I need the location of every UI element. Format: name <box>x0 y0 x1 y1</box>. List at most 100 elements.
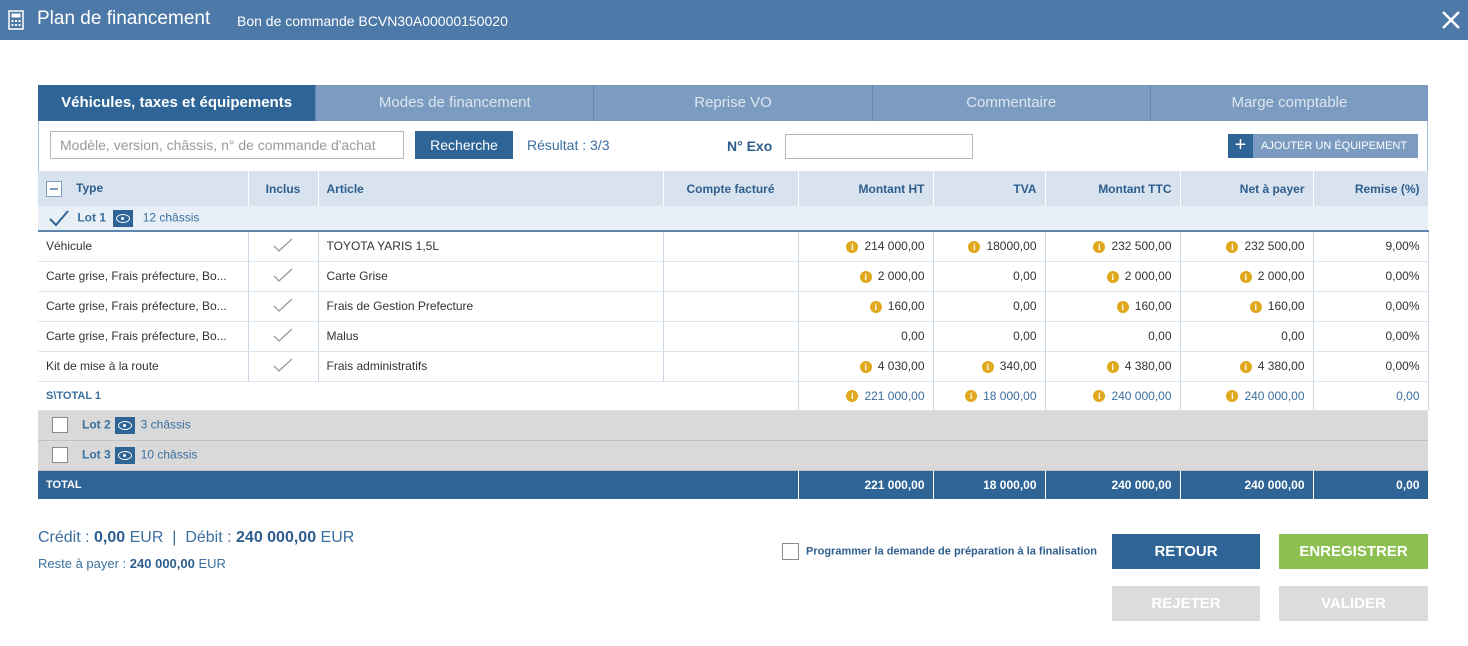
info-icon[interactable]: i <box>846 241 859 254</box>
info-icon[interactable]: i <box>1249 300 1262 313</box>
cell-inclus <box>248 261 319 292</box>
eye-icon[interactable] <box>114 416 135 434</box>
cell-ttc-value: 232 500,00 <box>1111 239 1172 254</box>
credit-label: Crédit : <box>38 529 95 546</box>
debit-label: Débit : <box>185 529 237 546</box>
cell-ttc-value: 4 380,00 <box>1124 359 1172 373</box>
back-button[interactable]: RETOUR <box>1112 534 1260 569</box>
cell-tva: i 18000,00 <box>933 231 1046 262</box>
info-icon[interactable]: i <box>1226 390 1239 403</box>
info-icon[interactable]: i <box>1116 300 1129 313</box>
lot-checkbox[interactable] <box>52 417 68 433</box>
included-check-icon <box>273 298 293 312</box>
cell-type: Kit de mise à la route <box>38 351 249 382</box>
info-icon[interactable]: i <box>1239 360 1252 373</box>
total-ht: 221 000,00 <box>798 470 934 499</box>
search-button[interactable]: Recherche <box>415 131 513 159</box>
lot-row-3[interactable]: Lot 3 10 châssis <box>38 440 1428 471</box>
lot-row-2[interactable]: Lot 2 3 châssis <box>38 410 1428 441</box>
col-montant-ht: Montant HT <box>798 171 934 206</box>
financing-table: Type Inclus Article Compte facturé Monta… <box>38 171 1429 499</box>
select-all-checkbox[interactable] <box>46 180 62 197</box>
cell-article: Frais de Gestion Prefecture <box>318 291 664 322</box>
info-icon[interactable]: i <box>859 360 872 373</box>
table-row[interactable]: Véhicule TOYOTA YARIS 1,5L i 214 000,00 i… <box>38 231 1429 262</box>
total-ttc: 240 000,00 <box>1045 470 1181 499</box>
reste-currency: EUR <box>198 556 226 571</box>
cell-remise[interactable]: 9,00% <box>1313 231 1429 262</box>
exo-label: N° Exo <box>727 138 773 154</box>
search-input[interactable] <box>50 131 404 159</box>
table-row[interactable]: Carte grise, Frais préfecture, Bo... Car… <box>38 261 1429 292</box>
validate-button[interactable]: VALIDER <box>1279 586 1428 621</box>
col-type-label: Type <box>76 180 104 195</box>
cell-remise[interactable]: 0,00% <box>1313 351 1429 382</box>
info-icon[interactable]: i <box>846 390 859 403</box>
toolbar: Recherche Résultat : 3/3 N° Exo + AJOUTE… <box>38 121 1428 171</box>
cell-ttc: i 2 000,00 <box>1045 261 1181 292</box>
tab-vehicules[interactable]: Véhicules, taxes et équipements <box>38 85 316 121</box>
info-icon[interactable]: i <box>965 390 978 403</box>
tab-commentaire[interactable]: Commentaire <box>871 85 1150 121</box>
schedule-preparation-checkbox[interactable] <box>782 543 799 560</box>
info-icon[interactable]: i <box>968 241 981 254</box>
lot-chassis: 12 châssis <box>142 210 200 225</box>
credit-currency: EUR <box>129 529 164 546</box>
check-icon[interactable] <box>48 210 70 227</box>
cell-type: Carte grise, Frais préfecture, Bo... <box>38 261 249 292</box>
add-equipment-button[interactable]: + AJOUTER UN ÉQUIPEMENT <box>1228 134 1418 158</box>
info-icon[interactable]: i <box>1093 390 1106 403</box>
cell-remise[interactable]: 0,00% <box>1313 291 1429 322</box>
save-button[interactable]: ENREGISTRER <box>1279 534 1428 569</box>
total-remise: 0,00 <box>1313 470 1429 499</box>
lot-label: Lot 2 <box>82 417 111 432</box>
cell-remise[interactable]: 0,00% <box>1313 321 1429 352</box>
info-icon[interactable]: i <box>1093 241 1106 254</box>
cell-remise[interactable]: 0,00% <box>1313 261 1429 292</box>
info-icon[interactable]: i <box>859 270 872 283</box>
result-count: Résultat : 3/3 <box>527 137 610 153</box>
col-inclus: Inclus <box>248 171 319 206</box>
table-row[interactable]: Kit de mise à la route Frais administrat… <box>38 351 1429 382</box>
info-icon[interactable]: i <box>981 360 994 373</box>
cell-ttc: i 232 500,00 <box>1045 231 1181 262</box>
info-icon[interactable]: i <box>1106 270 1119 283</box>
col-compte-facture: Compte facturé <box>663 171 799 206</box>
cell-ttc: 0,00 <box>1045 321 1181 352</box>
reste-value: 240 000,00 <box>129 556 195 571</box>
info-icon[interactable]: i <box>1239 270 1252 283</box>
subtotal-ht: i 221 000,00 <box>798 381 934 411</box>
included-check-icon <box>273 328 293 342</box>
cell-ht: 0,00 <box>798 321 934 352</box>
info-icon[interactable]: i <box>1106 360 1119 373</box>
cell-ttc: i 4 380,00 <box>1045 351 1181 382</box>
total-label: TOTAL <box>38 470 799 499</box>
info-icon[interactable]: i <box>1226 241 1239 254</box>
schedule-preparation-option[interactable]: Programmer la demande de préparation à l… <box>782 543 1097 560</box>
cell-tva-value: 340,00 <box>999 359 1037 373</box>
exo-input[interactable] <box>785 134 973 159</box>
lot-checkbox[interactable] <box>52 447 68 463</box>
lot-row-1[interactable]: Lot 1 12 châssis <box>38 206 1428 232</box>
cell-compte <box>663 261 799 292</box>
cell-compte <box>663 351 799 382</box>
cell-net: i 160,00 <box>1180 291 1314 322</box>
remaining-to-pay: Reste à payer : 240 000,00 EUR <box>38 556 226 571</box>
table-row[interactable]: Carte grise, Frais préfecture, Bo... Fra… <box>38 291 1429 322</box>
lot-label: Lot 3 <box>82 447 111 462</box>
tab-marge-comptable[interactable]: Marge comptable <box>1149 85 1429 121</box>
cell-net-value: 160,00 <box>1267 299 1305 313</box>
reject-button[interactable]: REJETER <box>1112 586 1260 621</box>
table-row[interactable]: Carte grise, Frais préfecture, Bo... Mal… <box>38 321 1429 352</box>
tab-bar: Véhicules, taxes et équipements Modes de… <box>38 85 1429 121</box>
close-icon[interactable] <box>1439 8 1463 32</box>
tab-reprise-vo[interactable]: Reprise VO <box>593 85 872 121</box>
tab-modes-financement[interactable]: Modes de financement <box>315 85 594 121</box>
cell-ht: i 4 030,00 <box>798 351 934 382</box>
cell-ht-value: 4 030,00 <box>877 359 925 373</box>
eye-icon[interactable] <box>114 446 135 464</box>
info-icon[interactable]: i <box>869 300 882 313</box>
eye-icon[interactable] <box>113 209 134 227</box>
subtotal-ht-value: 221 000,00 <box>864 388 925 403</box>
plus-icon: + <box>1228 134 1253 158</box>
